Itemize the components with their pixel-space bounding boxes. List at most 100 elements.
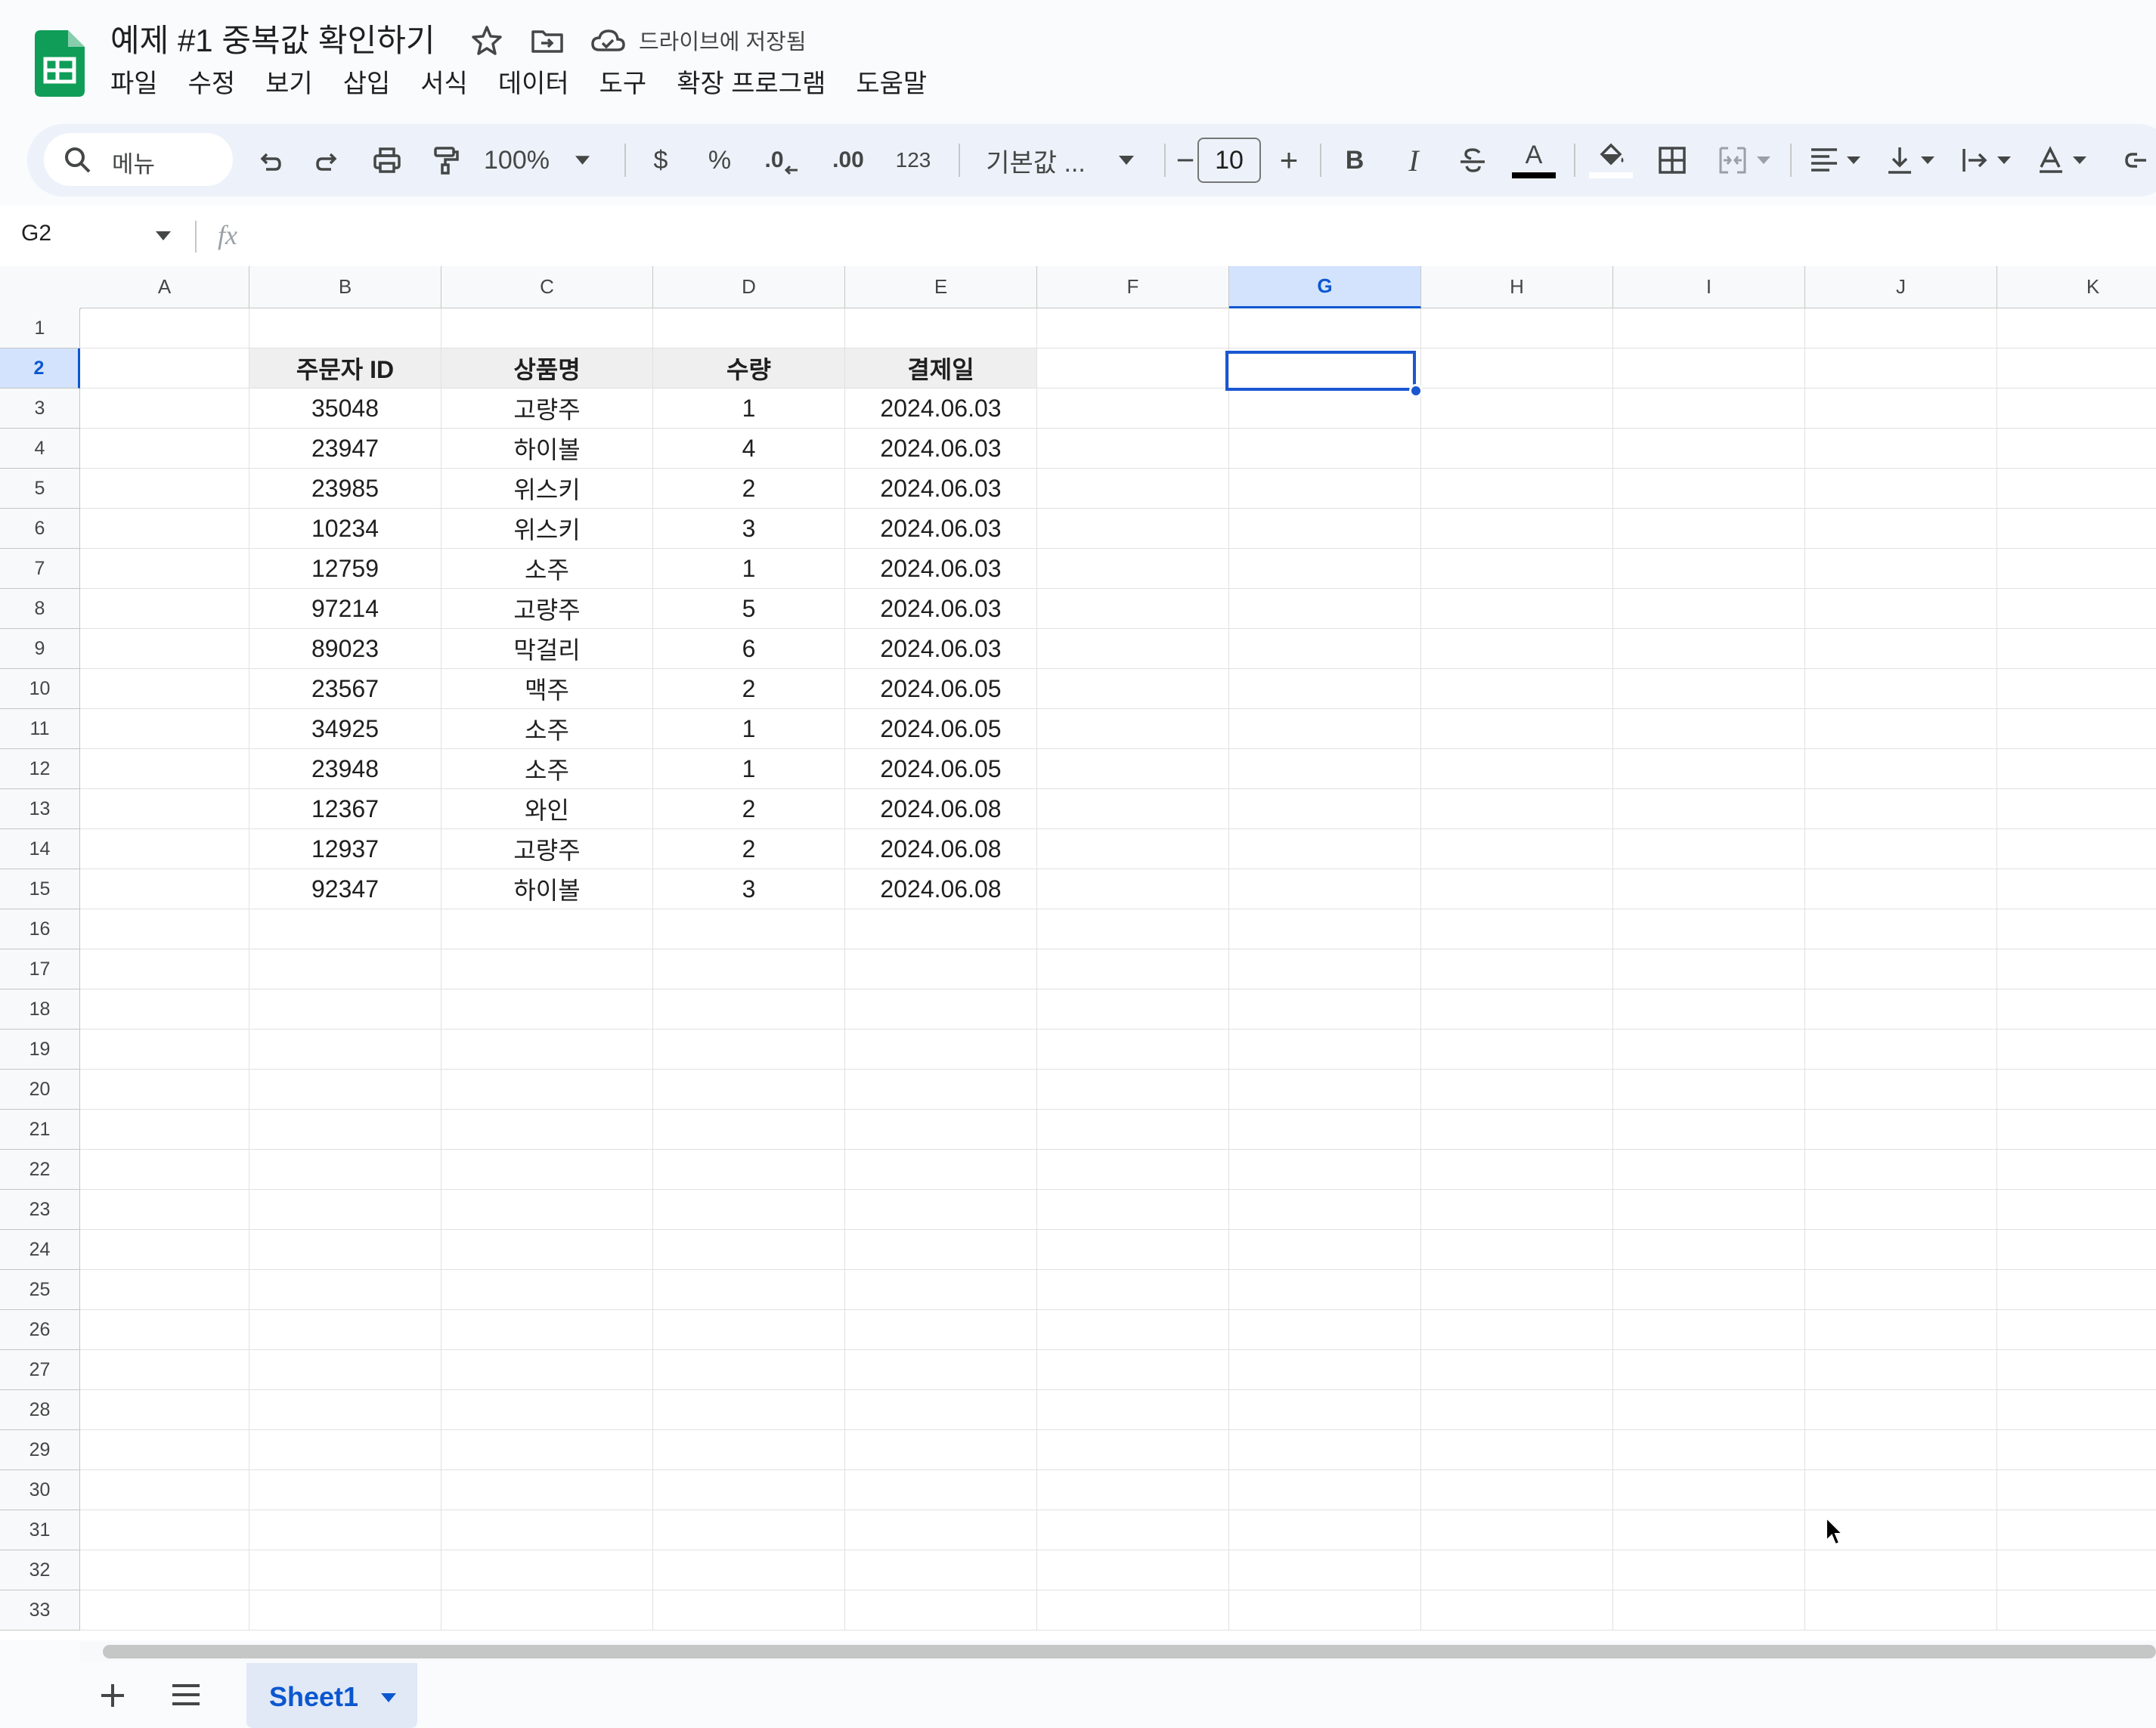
cell-c2[interactable]: 상품명 <box>441 348 653 389</box>
cell-a20[interactable] <box>80 1070 249 1110</box>
cell-h15[interactable] <box>1421 869 1613 909</box>
cell-j12[interactable] <box>1805 749 1997 789</box>
cell-a15[interactable] <box>80 869 249 909</box>
cell-e16[interactable] <box>845 909 1037 949</box>
menu-tools[interactable]: 도구 <box>584 67 662 101</box>
cell-f17[interactable] <box>1037 949 1229 989</box>
cell-d16[interactable] <box>653 909 845 949</box>
document-title[interactable]: 예제 #1 중복값 확인하기 <box>110 15 435 61</box>
cell-f15[interactable] <box>1037 869 1229 909</box>
cell-e26[interactable] <box>845 1310 1037 1350</box>
cell-h33[interactable] <box>1421 1590 1613 1630</box>
cell-d5[interactable]: 2 <box>653 469 845 509</box>
cell-d7[interactable]: 1 <box>653 549 845 589</box>
cell-g33[interactable] <box>1229 1590 1421 1630</box>
cell-d28[interactable] <box>653 1390 845 1430</box>
cell-k11[interactable] <box>1997 709 2156 749</box>
row-header-10[interactable]: 10 <box>0 669 80 709</box>
row-header-7[interactable]: 7 <box>0 549 80 589</box>
cell-b24[interactable] <box>249 1230 441 1270</box>
cell-e13[interactable]: 2024.06.08 <box>845 789 1037 829</box>
cell-j6[interactable] <box>1805 509 1997 549</box>
cell-i11[interactable] <box>1613 709 1805 749</box>
fill-handle[interactable] <box>1409 384 1423 398</box>
cell-f28[interactable] <box>1037 1390 1229 1430</box>
cell-e19[interactable] <box>845 1030 1037 1070</box>
cell-c4[interactable]: 하이볼 <box>441 429 653 469</box>
cell-b2[interactable]: 주문자 ID <box>249 348 441 389</box>
cell-i16[interactable] <box>1613 909 1805 949</box>
decrease-decimal-button[interactable]: .0 <box>754 124 807 197</box>
sheet-tab-sheet1[interactable]: Sheet1 <box>246 1663 417 1728</box>
cell-j16[interactable] <box>1805 909 1997 949</box>
cell-i17[interactable] <box>1613 949 1805 989</box>
row-header-8[interactable]: 8 <box>0 589 80 629</box>
menu-extensions[interactable]: 확장 프로그램 <box>661 67 841 101</box>
cell-j9[interactable] <box>1805 629 1997 669</box>
row-header-30[interactable]: 30 <box>0 1470 80 1510</box>
row-header-14[interactable]: 14 <box>0 829 80 869</box>
cell-a21[interactable] <box>80 1110 249 1150</box>
row-header-17[interactable]: 17 <box>0 949 80 989</box>
cell-h11[interactable] <box>1421 709 1613 749</box>
cell-f32[interactable] <box>1037 1550 1229 1590</box>
cell-i33[interactable] <box>1613 1590 1805 1630</box>
cell-a16[interactable] <box>80 909 249 949</box>
row-header-31[interactable]: 31 <box>0 1510 80 1550</box>
cell-i6[interactable] <box>1613 509 1805 549</box>
cell-f30[interactable] <box>1037 1470 1229 1510</box>
row-header-3[interactable]: 3 <box>0 389 80 429</box>
cell-c13[interactable]: 와인 <box>441 789 653 829</box>
menu-view[interactable]: 보기 <box>250 67 328 101</box>
row-header-11[interactable]: 11 <box>0 709 80 749</box>
italic-button[interactable]: I <box>1392 124 1435 197</box>
row-header-22[interactable]: 22 <box>0 1150 80 1190</box>
cell-a22[interactable] <box>80 1150 249 1190</box>
column-header-h[interactable]: H <box>1421 266 1613 308</box>
cell-g32[interactable] <box>1229 1550 1421 1590</box>
cell-g4[interactable] <box>1229 429 1421 469</box>
row-header-2[interactable]: 2 <box>0 348 80 389</box>
cell-j19[interactable] <box>1805 1030 1997 1070</box>
cell-e4[interactable]: 2024.06.03 <box>845 429 1037 469</box>
cell-c11[interactable]: 소주 <box>441 709 653 749</box>
row-header-1[interactable]: 1 <box>0 308 80 348</box>
column-header-a[interactable]: A <box>80 266 249 308</box>
cell-g2[interactable] <box>1229 348 1421 389</box>
cell-c1[interactable] <box>441 308 653 348</box>
cell-g30[interactable] <box>1229 1470 1421 1510</box>
cell-a6[interactable] <box>80 509 249 549</box>
cell-i27[interactable] <box>1613 1350 1805 1390</box>
cell-c9[interactable]: 막걸리 <box>441 629 653 669</box>
increase-font-size-button[interactable]: + <box>1270 124 1308 197</box>
cell-d4[interactable]: 4 <box>653 429 845 469</box>
fill-color-button[interactable] <box>1586 124 1636 197</box>
row-header-25[interactable]: 25 <box>0 1270 80 1310</box>
cell-c27[interactable] <box>441 1350 653 1390</box>
merge-cells-button[interactable] <box>1710 124 1778 197</box>
zoom-select[interactable]: 100% <box>484 124 590 197</box>
cell-i25[interactable] <box>1613 1270 1805 1310</box>
percent-format-button[interactable]: % <box>697 124 742 197</box>
cell-b20[interactable] <box>249 1070 441 1110</box>
column-header-d[interactable]: D <box>653 266 845 308</box>
cell-b9[interactable]: 89023 <box>249 629 441 669</box>
cell-e11[interactable]: 2024.06.05 <box>845 709 1037 749</box>
cell-a11[interactable] <box>80 709 249 749</box>
cell-h10[interactable] <box>1421 669 1613 709</box>
row-header-32[interactable]: 32 <box>0 1550 80 1590</box>
cell-a17[interactable] <box>80 949 249 989</box>
cell-g15[interactable] <box>1229 869 1421 909</box>
cell-d23[interactable] <box>653 1190 845 1230</box>
cell-k17[interactable] <box>1997 949 2156 989</box>
cell-e24[interactable] <box>845 1230 1037 1270</box>
cell-j2[interactable] <box>1805 348 1997 389</box>
row-header-20[interactable]: 20 <box>0 1070 80 1110</box>
menu-format[interactable]: 서식 <box>405 67 483 101</box>
menu-data[interactable]: 데이터 <box>483 67 584 101</box>
select-all-corner[interactable] <box>0 266 81 309</box>
cell-a13[interactable] <box>80 789 249 829</box>
cell-h29[interactable] <box>1421 1430 1613 1470</box>
cell-f9[interactable] <box>1037 629 1229 669</box>
cell-f23[interactable] <box>1037 1190 1229 1230</box>
